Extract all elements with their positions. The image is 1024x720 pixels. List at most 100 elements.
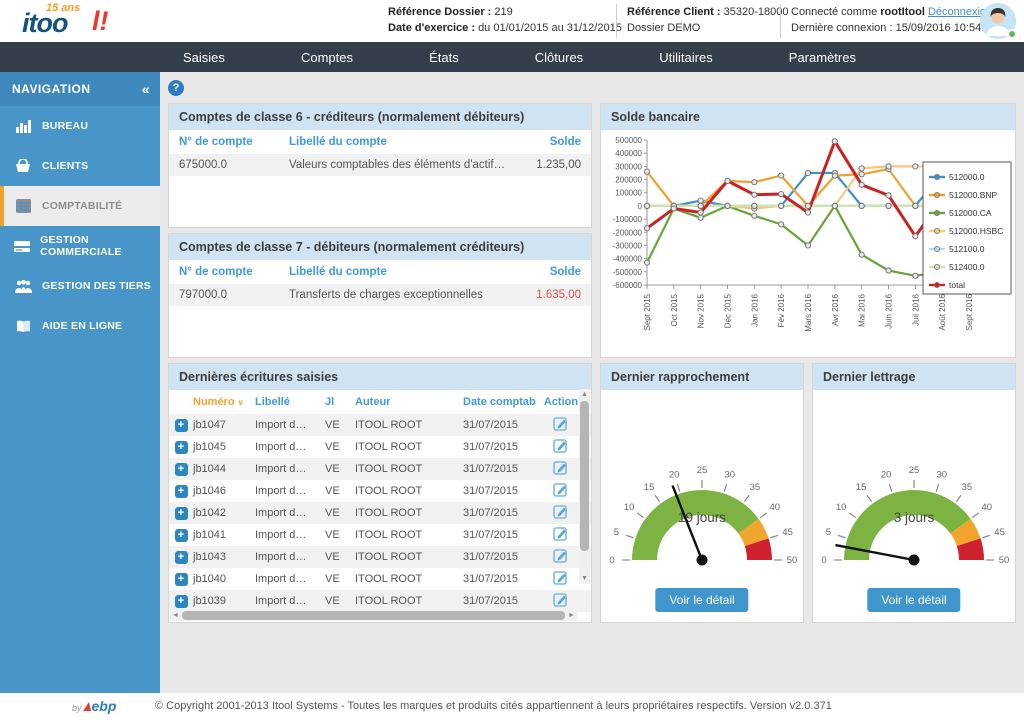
nav-item-clôtures[interactable]: Clôtures: [527, 46, 591, 69]
nav-item-paramètres[interactable]: Paramètres: [781, 46, 864, 69]
entry-number: jb1039: [193, 595, 255, 607]
svg-text:512000.CA: 512000.CA: [949, 208, 992, 218]
expand-row-icon[interactable]: +: [175, 507, 188, 520]
account-label: Valeurs comptables des éléments d'actif…: [289, 159, 506, 171]
sidebar-item-people[interactable]: GESTION DES TIERS: [0, 266, 160, 306]
edit-icon[interactable]: [553, 416, 569, 431]
session-info: Connecté comme rootItool Déconnexion Der…: [780, 4, 997, 38]
entry-label: Import d…: [255, 573, 325, 585]
table-row[interactable]: 675000.0Valeurs comptables des éléments …: [169, 154, 591, 176]
expand-row-icon[interactable]: +: [175, 529, 188, 542]
expand-row-icon[interactable]: +: [175, 573, 188, 586]
edit-icon[interactable]: [553, 482, 569, 497]
nav-item-états[interactable]: États: [421, 46, 467, 69]
entry-number: jb1041: [193, 529, 255, 541]
logo-accent: l!: [92, 6, 109, 37]
action-cell: [543, 526, 579, 544]
vertical-scrollbar[interactable]: ▲ ▼: [579, 389, 590, 584]
column-header[interactable]: Libellé: [255, 396, 325, 408]
column-header[interactable]: N° de compte: [179, 266, 289, 278]
entry-author: ITOOL ROOT: [355, 551, 463, 563]
entry-date: 31/07/2015: [463, 573, 543, 585]
table-row[interactable]: +jb1040Import d…VEITOOL ROOT31/07/2015: [169, 568, 591, 590]
edit-icon[interactable]: [553, 548, 569, 563]
entry-label: Import d…: [255, 485, 325, 497]
svg-text:25: 25: [909, 465, 920, 476]
book-icon: [14, 318, 32, 334]
nav-item-utilitaires[interactable]: Utilitaires: [651, 46, 720, 69]
svg-text:500000: 500000: [615, 136, 642, 145]
column-header[interactable]: Action: [543, 396, 579, 408]
vertical-scroll-thumb[interactable]: [580, 401, 589, 551]
column-header[interactable]: Libellé du compte: [289, 136, 506, 148]
horizontal-scrollbar[interactable]: ◄ ►: [170, 610, 577, 621]
edit-icon[interactable]: [553, 592, 569, 607]
sidebar-item-grid[interactable]: COMPTABILITÉ: [0, 186, 160, 226]
table-row[interactable]: +jb1039Import d…VEITOOL ROOT31/07/2015: [169, 590, 591, 612]
table-row[interactable]: +jb1043Import d…VEITOOL ROOT31/07/2015: [169, 546, 591, 568]
collapse-sidebar-button[interactable]: «: [142, 81, 150, 97]
table-row[interactable]: +jb1045Import d…VEITOOL ROOT31/07/2015: [169, 436, 591, 458]
expand-row-icon[interactable]: +: [175, 551, 188, 564]
table-row[interactable]: +jb1046Import d…VEITOOL ROOT31/07/2015: [169, 480, 591, 502]
nav-item-comptes[interactable]: Comptes: [293, 46, 361, 69]
rapprochement-detail-button[interactable]: Voir le détail: [655, 588, 748, 612]
expand-row-icon[interactable]: +: [175, 463, 188, 476]
column-header-label: Action: [544, 396, 578, 408]
svg-text:512100.0: 512100.0: [949, 244, 985, 254]
entry-journal: VE: [325, 573, 355, 585]
column-header[interactable]: Auteur: [355, 396, 463, 408]
expander-cell: +: [169, 441, 193, 454]
entry-author: ITOOL ROOT: [355, 595, 463, 607]
sidebar-item-chart[interactable]: BUREAU: [0, 106, 160, 146]
panel-classe7: Comptes de classe 7 - débiteurs (normale…: [168, 233, 592, 358]
scroll-right-arrow[interactable]: ►: [566, 610, 577, 621]
table-header: N° de compteLibellé du compteSolde: [169, 260, 591, 284]
nav-item-saisies[interactable]: Saisies: [175, 46, 233, 69]
edit-icon[interactable]: [553, 526, 569, 541]
panel-solde-bancaire: Solde bancaire 5000004000003000002000001…: [600, 103, 1016, 358]
help-icon[interactable]: ?: [168, 80, 184, 96]
column-header-label: Numéro: [193, 396, 235, 408]
ebp-by-label: by: [72, 703, 82, 713]
edit-icon[interactable]: [553, 570, 569, 585]
app-logo[interactable]: 15 ans itoo l!: [16, 2, 136, 40]
table-row[interactable]: 797000.0Transferts de charges exceptionn…: [169, 284, 591, 306]
table-row[interactable]: +jb1047Import d…VEITOOL ROOT31/07/2015: [169, 414, 591, 436]
svg-text:Juil 2016: Juil 2016: [911, 293, 920, 326]
scroll-left-arrow[interactable]: ◄: [170, 610, 181, 621]
expand-row-icon[interactable]: +: [175, 419, 188, 432]
column-header[interactable]: Libellé du compte: [289, 266, 506, 278]
lettrage-detail-button[interactable]: Voir le détail: [867, 588, 960, 612]
expand-row-icon[interactable]: +: [175, 485, 188, 498]
user-avatar[interactable]: [980, 3, 1016, 39]
sidebar-item-card[interactable]: GESTION COMMERCIALE: [0, 226, 160, 266]
footer: byebp © Copyright 2001-2013 Itool System…: [0, 693, 1024, 720]
table-header: N° de compteLibellé du compteSolde: [169, 130, 591, 154]
table-row[interactable]: +jb1042Import d…VEITOOL ROOT31/07/2015: [169, 502, 591, 524]
horizontal-scroll-thumb[interactable]: [182, 611, 565, 620]
edit-icon[interactable]: [553, 504, 569, 519]
entry-date: 31/07/2015: [463, 507, 543, 519]
table-row[interactable]: +jb1041Import d…VEITOOL ROOT31/07/2015: [169, 524, 591, 546]
sidebar-item-book[interactable]: AIDE EN LIGNE: [0, 306, 160, 346]
expand-row-icon[interactable]: +: [175, 441, 188, 454]
column-header[interactable]: Numéro∨: [193, 396, 255, 408]
edit-icon[interactable]: [553, 460, 569, 475]
table-row[interactable]: +jb1044Import d…VEITOOL ROOT31/07/2015: [169, 458, 591, 480]
exercice-value: du 01/01/2015 au 31/12/2015: [478, 22, 622, 34]
column-header[interactable]: N° de compte: [179, 136, 289, 148]
column-header[interactable]: Solde: [506, 266, 581, 278]
column-header[interactable]: Date comptab: [463, 396, 543, 408]
edit-icon[interactable]: [553, 438, 569, 453]
expand-row-icon[interactable]: +: [175, 595, 188, 608]
sidebar-item-label: BUREAU: [42, 120, 88, 132]
scroll-down-arrow[interactable]: ▼: [579, 573, 590, 584]
entry-journal: VE: [325, 507, 355, 519]
scroll-up-arrow[interactable]: ▲: [579, 389, 590, 400]
column-header[interactable]: Solde: [506, 136, 581, 148]
svg-text:5: 5: [826, 527, 831, 538]
main-nav: Saisies Comptes États Clôtures Utilitaires Pa…: [0, 42, 1024, 72]
column-header[interactable]: Jl: [325, 396, 355, 408]
sidebar-item-basket[interactable]: CLIENTS: [0, 146, 160, 186]
